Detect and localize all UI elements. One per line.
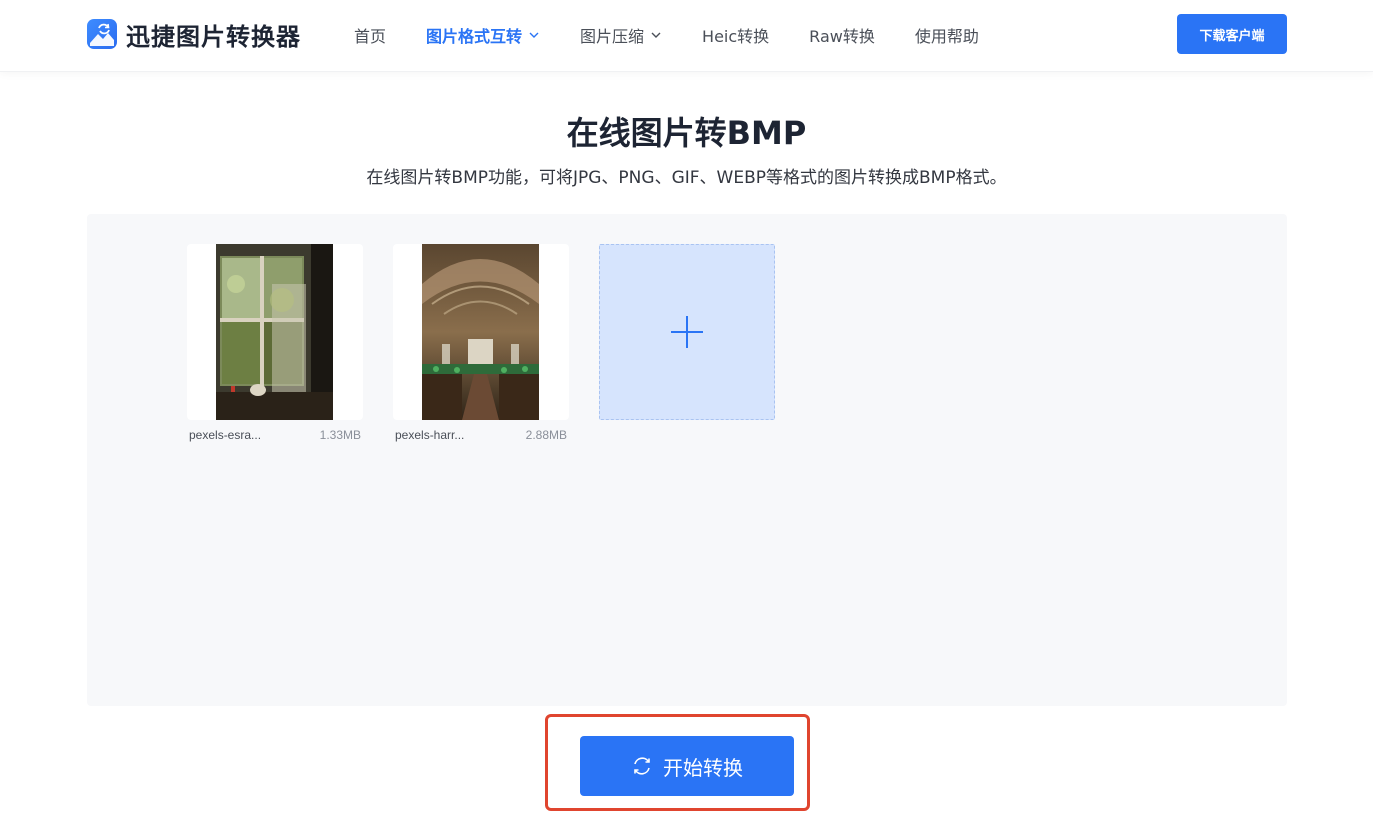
- logo-text: 迅捷图片转换器: [126, 22, 301, 51]
- nav-item-label: Heic转换: [702, 27, 770, 46]
- nav-item-format-convert[interactable]: 图片格式互转: [426, 23, 540, 47]
- file-thumbnail: [187, 244, 363, 420]
- file-meta: pexels-esra... 1.33MB: [187, 428, 363, 442]
- file-size: 2.88MB: [525, 428, 567, 442]
- page-subtitle: 在线图片转BMP功能，可将JPG、PNG、GIF、WEBP等格式的图片转换成BM…: [366, 168, 1007, 188]
- nav-item-home[interactable]: 首页: [354, 23, 386, 47]
- library-photo-image: [422, 244, 539, 420]
- window-photo-image: [216, 244, 333, 420]
- refresh-icon: [634, 757, 650, 775]
- add-file-button[interactable]: [599, 244, 775, 420]
- nav-item-label: 首页: [354, 27, 387, 46]
- nav-item-raw[interactable]: Raw转换: [809, 23, 875, 47]
- file-card[interactable]: pexels-esra... 1.33MB: [187, 244, 363, 442]
- image-sync-icon: [87, 19, 117, 49]
- file-meta: pexels-harr... 2.88MB: [393, 428, 569, 442]
- upload-panel[interactable]: pexels-esra... 1.33MB pexels-harr... 2.8…: [87, 214, 1287, 706]
- logo[interactable]: 迅捷图片转换器: [87, 18, 301, 51]
- nav-item-help[interactable]: 使用帮助: [915, 23, 979, 47]
- chevron-down-icon: [651, 32, 661, 38]
- file-card[interactable]: pexels-harr... 2.88MB: [393, 244, 569, 442]
- nav-item-compress[interactable]: 图片压缩: [580, 23, 662, 47]
- top-header: 迅捷图片转换器 首页 图片格式互转 图片压缩 Heic转换 Raw转换 使用帮助…: [0, 0, 1373, 72]
- main-nav: 首页 图片格式互转 图片压缩 Heic转换 Raw转换 使用帮助: [354, 0, 1019, 70]
- nav-item-label: Raw转换: [809, 27, 875, 46]
- nav-item-label: 使用帮助: [914, 27, 979, 46]
- file-name: pexels-esra...: [189, 428, 262, 442]
- page-title: 在线图片转BMP: [566, 114, 807, 152]
- file-size: 1.33MB: [319, 428, 361, 442]
- nav-item-heic[interactable]: Heic转换: [702, 23, 769, 47]
- nav-item-label: 图片压缩: [580, 27, 645, 46]
- file-name: pexels-harr...: [395, 428, 465, 442]
- nav-item-label: 图片格式互转: [426, 27, 523, 46]
- plus-icon: [671, 316, 703, 348]
- start-convert-label: 开始转换: [663, 755, 743, 780]
- start-convert-button[interactable]: 开始转换: [580, 736, 794, 796]
- chevron-down-icon: [529, 32, 539, 38]
- download-client-button[interactable]: 下载客户端: [1177, 14, 1287, 54]
- file-thumbnail: [393, 244, 569, 420]
